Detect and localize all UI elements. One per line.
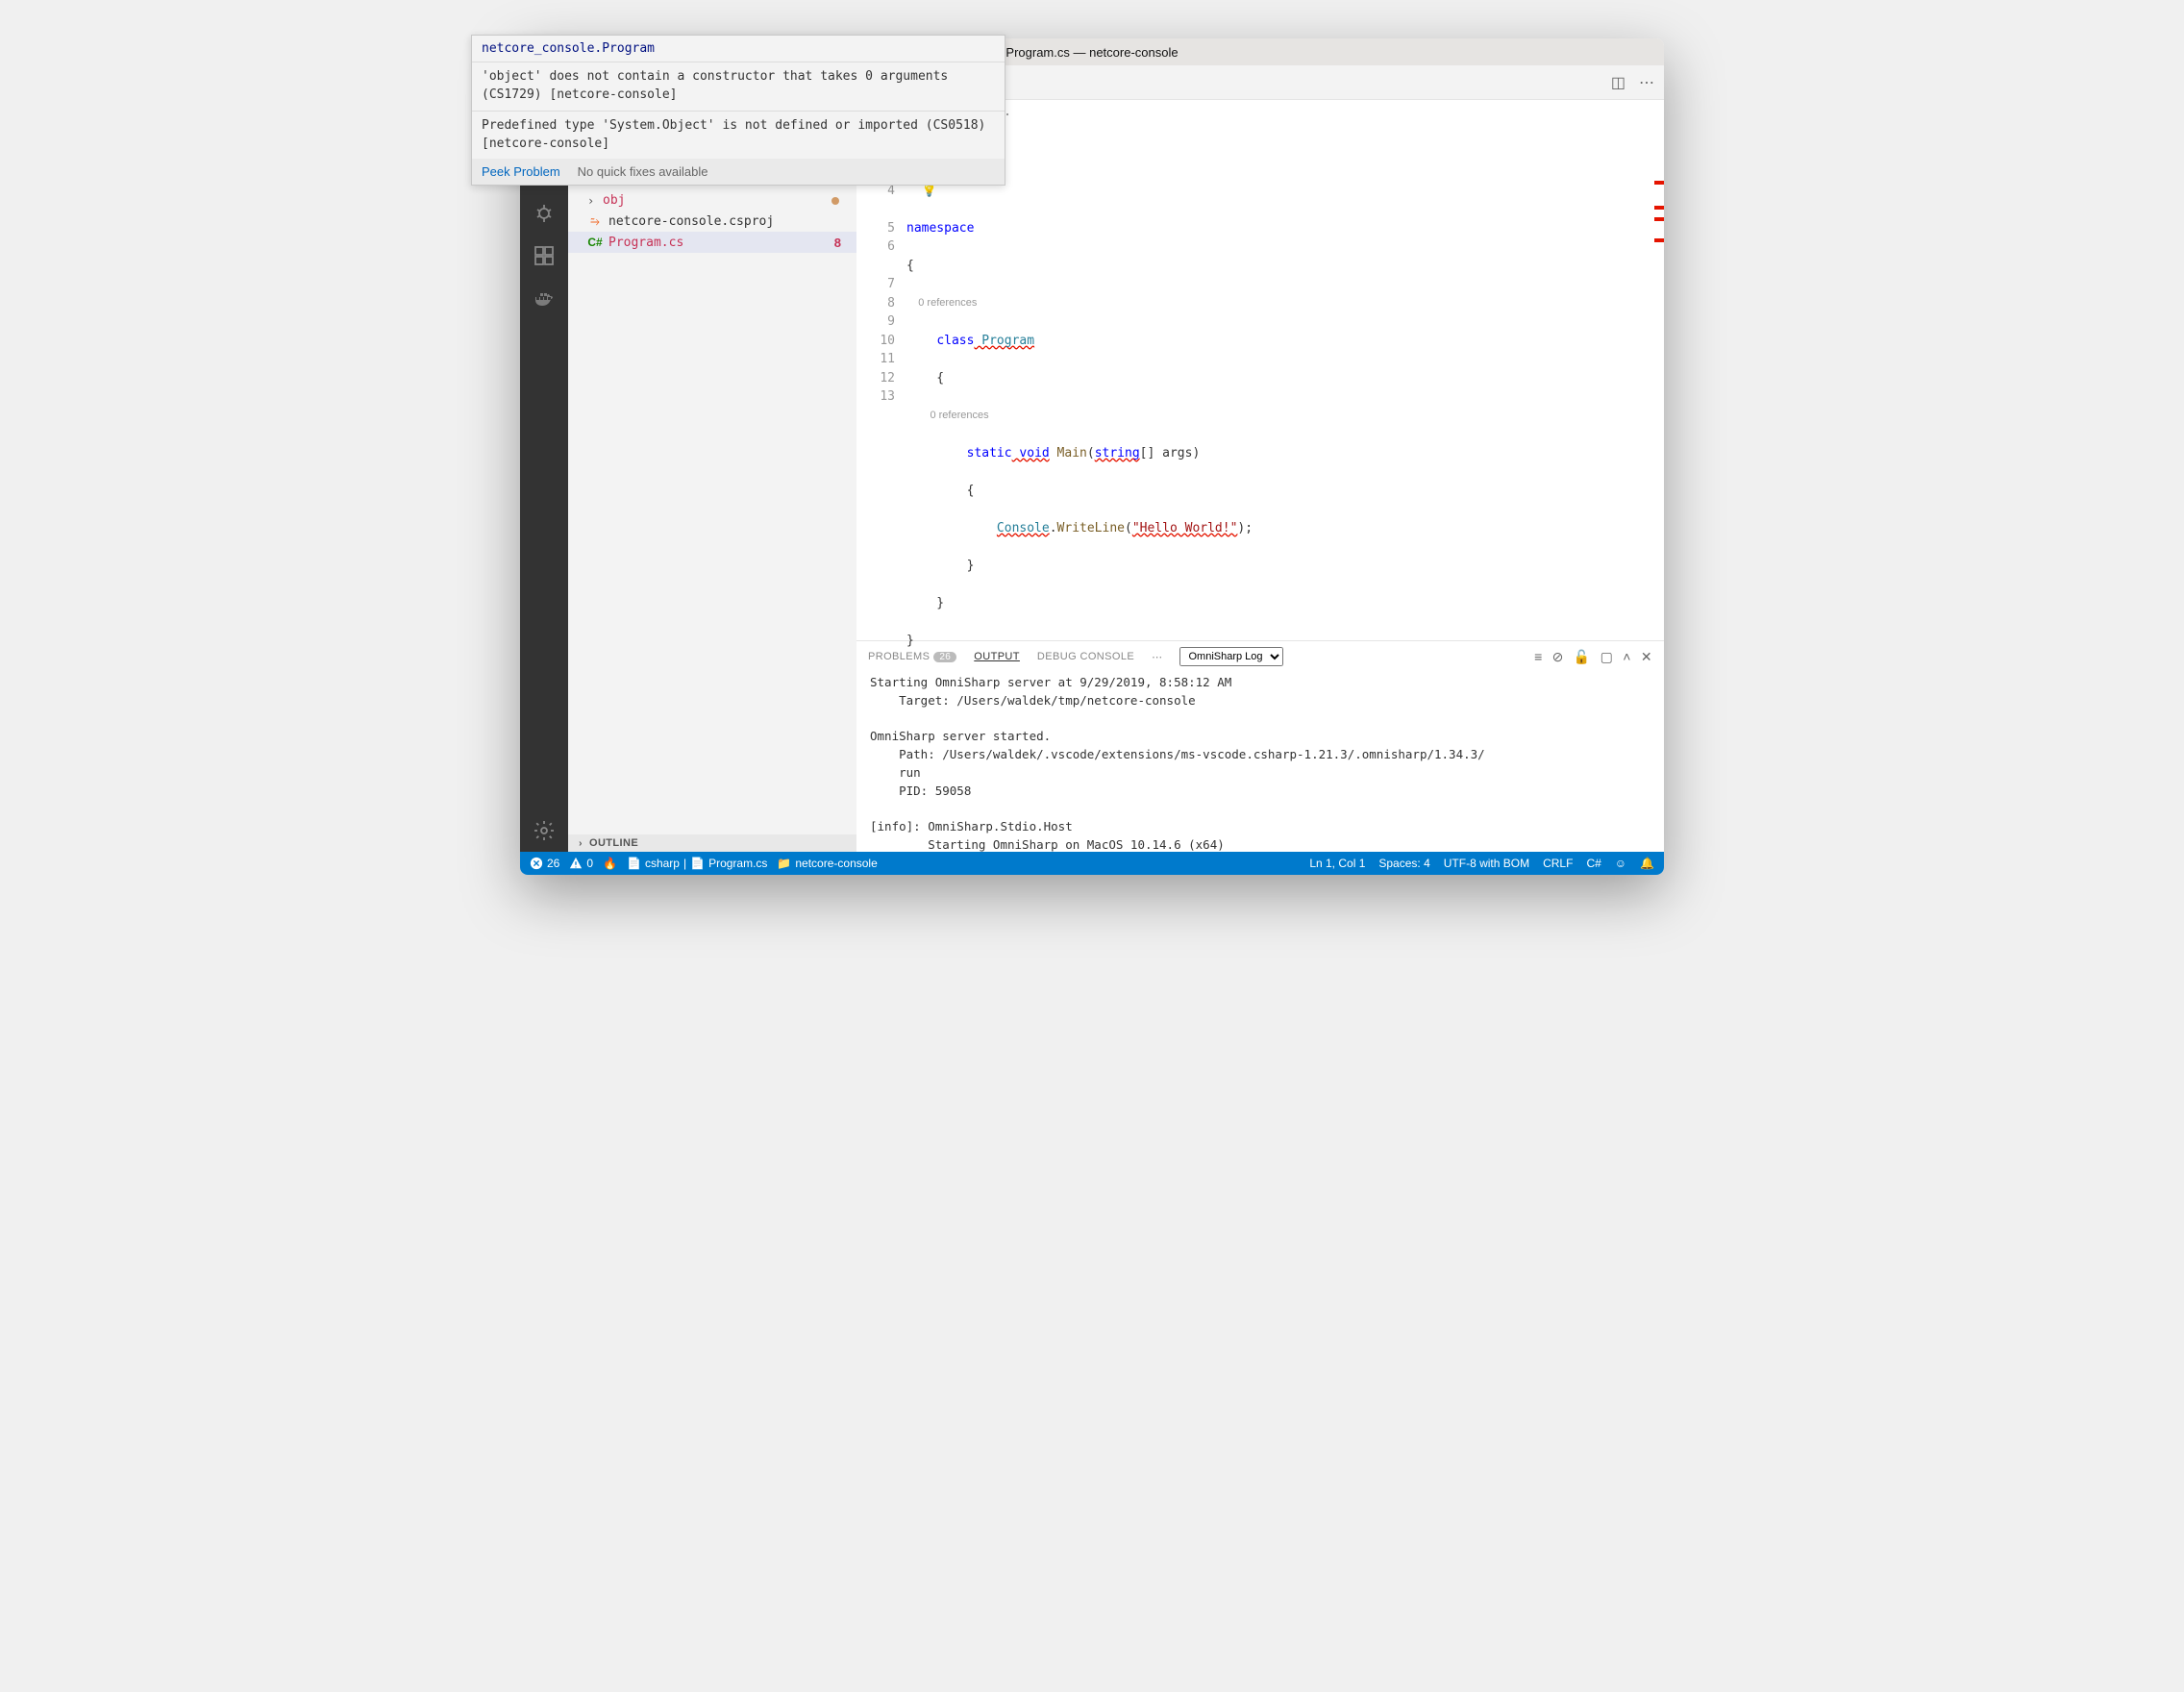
debug-icon[interactable] (531, 200, 558, 227)
no-quick-fix-label: No quick fixes available (578, 164, 708, 179)
error-marker-icon (1654, 181, 1664, 185)
code-text: . (1050, 521, 1057, 535)
code-text: [] args) (1140, 446, 1201, 460)
code-text: } (906, 596, 944, 610)
folder-name: obj (603, 193, 828, 208)
hover-tooltip: netcore_console.Program 'object' does no… (520, 38, 1005, 186)
method: WriteLine (1057, 521, 1125, 535)
type-name: Console (997, 521, 1050, 535)
status-encoding[interactable]: UTF-8 with BOM (1444, 857, 1529, 870)
status-errors[interactable]: 26 (530, 857, 559, 870)
status-feedback[interactable]: ☺ (1615, 857, 1626, 870)
code-text: { (906, 371, 944, 386)
overview-ruler[interactable] (1650, 181, 1664, 565)
status-language[interactable]: C# (1586, 857, 1601, 870)
line-number: 5 (856, 219, 895, 238)
project-icon: 📄 (627, 857, 641, 870)
hover-error-1: 'object' does not contain a constructor … (520, 62, 1005, 112)
extensions-icon[interactable] (531, 242, 558, 269)
status-flame[interactable]: 🔥 (603, 857, 617, 870)
file-icon: 📄 (690, 857, 705, 870)
editor-area: C# Program.cs ✕ ◫ ⋯ netcore_console.Prog… (856, 65, 1664, 852)
status-spaces[interactable]: Spaces: 4 (1378, 857, 1429, 870)
line-number: 11 (856, 350, 895, 369)
codelens[interactable]: 0 references (918, 297, 977, 309)
output-body[interactable]: Starting OmniSharp server at 9/29/2019, … (856, 670, 1664, 852)
outline-label: OUTLINE (589, 837, 638, 849)
line-number: 12 (856, 369, 895, 388)
code-content[interactable]: using Sys 💡 namespace { 0 references cla… (906, 123, 1664, 640)
file-name: Program.cs (608, 236, 829, 250)
code-text: ); (1237, 521, 1253, 535)
settings-icon[interactable] (531, 817, 558, 844)
tab-actions: ◫ ⋯ (1601, 65, 1664, 99)
keyword: namespace (906, 221, 974, 236)
code-text: } (906, 559, 974, 573)
line-number: 7 (856, 275, 895, 294)
string-literal: "Hello World!" (1132, 521, 1238, 535)
line-gutter: 1 2 3 4 5 6 7 8 9 10 11 12 13 (856, 123, 906, 640)
line-number: 9 (856, 312, 895, 332)
bell-icon: 🔔 (1640, 857, 1654, 870)
line-number: 13 (856, 387, 895, 407)
code-text: ( (1087, 446, 1095, 460)
keyword: static (967, 446, 1012, 460)
error-marker-icon (1654, 217, 1664, 221)
codelens[interactable]: 0 references (930, 410, 988, 421)
hover-error-2: Predefined type 'System.Object' is not d… (520, 112, 1005, 160)
line-number: 8 (856, 294, 895, 313)
code-text: ( (1125, 521, 1132, 535)
status-eol[interactable]: CRLF (1543, 857, 1573, 870)
hover-actions: Peek Problem No quick fixes available (520, 159, 1005, 185)
hover-title: netcore_console.Program (520, 38, 1005, 62)
file-name: netcore-console.csproj (608, 214, 847, 229)
flame-icon: 🔥 (603, 857, 617, 870)
method: Main (1050, 446, 1087, 460)
window-title: Program.cs — netcore-console (1005, 45, 1178, 60)
status-warnings[interactable]: 0 (569, 857, 593, 870)
status-csharp[interactable]: 📄 csharp | 📄 Program.cs (627, 857, 767, 870)
keyword: class (936, 334, 974, 348)
rss-icon: ⥲ (587, 213, 603, 229)
docker-icon[interactable] (531, 285, 558, 311)
more-icon[interactable]: ⋯ (1639, 73, 1654, 92)
split-editor-icon[interactable]: ◫ (1611, 73, 1626, 92)
status-bar: 26 0 🔥 📄 csharp | 📄 Program.cs 📁 netcore… (520, 852, 1664, 875)
error-marker-icon (1654, 238, 1664, 242)
modified-dot-icon (831, 197, 839, 205)
line-number: 10 (856, 332, 895, 351)
file-item[interactable]: C# Program.cs 8 (568, 232, 856, 253)
peek-problem-link[interactable]: Peek Problem (520, 164, 560, 179)
line-number: 6 (856, 237, 895, 257)
chevron-right-icon: › (576, 838, 585, 849)
body: EXPLORER ⌄ OPEN EDITORS ✕ C# Program.cs … (520, 65, 1664, 852)
editor[interactable]: 1 2 3 4 5 6 7 8 9 10 11 12 13 using Sys … (856, 123, 1664, 640)
window: Program.cs — netcore-console (520, 38, 1664, 875)
code-text: { (906, 484, 974, 498)
keyword: string (1095, 446, 1140, 460)
smiley-icon: ☺ (1615, 857, 1626, 870)
status-position[interactable]: Ln 1, Col 1 (1309, 857, 1365, 870)
error-marker-icon (1654, 206, 1664, 210)
csharp-file-icon: C# (587, 235, 603, 250)
type-name: Program (974, 334, 1034, 348)
keyword: void (1012, 446, 1050, 460)
error-badge: 8 (834, 236, 847, 250)
status-folder[interactable]: 📁 netcore-console (777, 857, 877, 870)
chevron-right-icon: › (587, 194, 599, 208)
outline-header[interactable]: › OUTLINE (568, 834, 856, 852)
folder-icon: 📁 (777, 857, 791, 870)
file-item[interactable]: ⥲ netcore-console.csproj (568, 211, 856, 232)
folder-item[interactable]: › obj (568, 190, 856, 211)
code-text: } (906, 634, 914, 648)
status-notifications[interactable]: 🔔 (1640, 857, 1654, 870)
code-text: { (906, 259, 914, 273)
